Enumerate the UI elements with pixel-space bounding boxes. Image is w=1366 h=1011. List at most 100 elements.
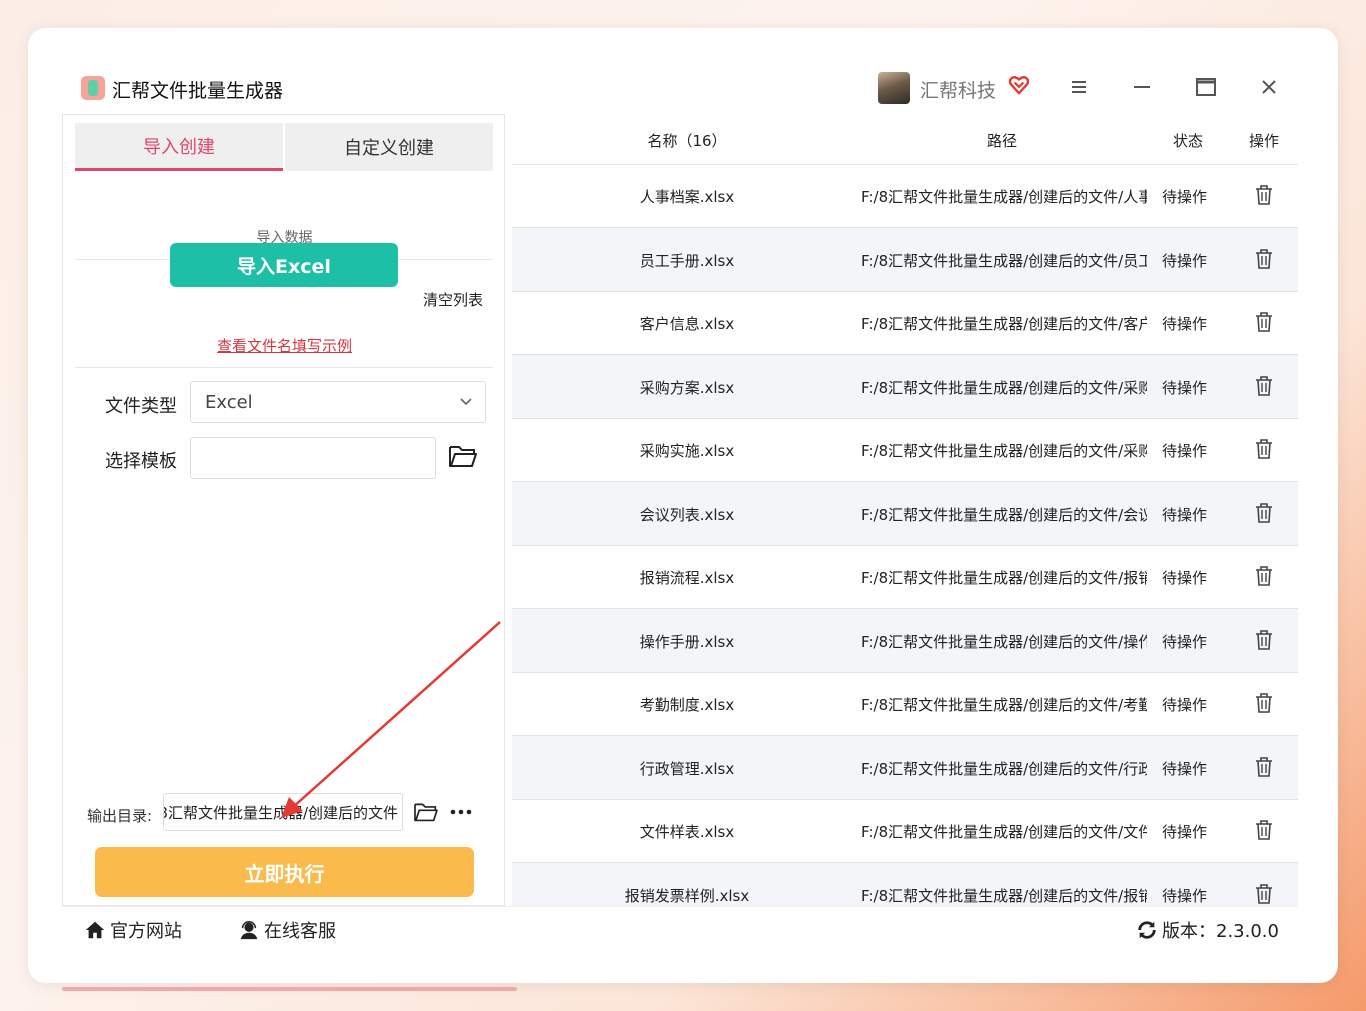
file-table: 名称（16） 路径 状态 操作 人事档案.xlsx F:/8汇帮文件批量生成器/创… (512, 114, 1298, 906)
import-excel-button[interactable]: 导入Excel (170, 243, 398, 287)
table-row[interactable]: 采购方案.xlsx F:/8汇帮文件批量生成器/创建后的文件/采购方案.xlsx 待… (512, 354, 1298, 419)
table-row[interactable]: 员工手册.xlsx F:/8汇帮文件批量生成器/创建后的文件/员工手册.xlsx 待… (512, 227, 1298, 292)
brand-name: 汇帮科技 (920, 80, 997, 102)
status-cell: 待操作 (1162, 251, 1208, 270)
file-path-cell: F:/8汇帮文件批量生成器/创建后的文件/会议列表.xlsx (861, 505, 1147, 524)
delete-trash-icon[interactable] (1254, 565, 1274, 587)
online-support-link[interactable]: 在线客服 (238, 917, 336, 943)
file-path-cell: F:/8汇帮文件批量生成器/创建后的文件/人事档案.xlsx (861, 188, 1147, 206)
file-path-cell: F:/8汇帮文件批量生成器/创建后的文件/考勤制度.xlsx (861, 696, 1147, 714)
column-header-name: 名称（16） (647, 132, 727, 150)
table-row[interactable]: 报销流程.xlsx F:/8汇帮文件批量生成器/创建后的文件/报销流程.xlsx 待… (512, 545, 1298, 609)
file-name-cell: 行政管理.xlsx (639, 759, 735, 778)
clear-list-button[interactable]: 清空列表 (423, 289, 483, 310)
delete-trash-icon[interactable] (1254, 311, 1274, 333)
status-cell: 待操作 (1162, 315, 1208, 333)
delete-trash-icon[interactable] (1254, 184, 1274, 206)
status-cell: 待操作 (1162, 442, 1208, 460)
title-bar: 汇帮文件批量生成器 汇帮科技 (28, 28, 1338, 114)
file-path-cell: F:/8汇帮文件批量生成器/创建后的文件/报销发票样例.xlsx (861, 886, 1147, 905)
file-type-select[interactable]: Excel (190, 381, 486, 423)
app-title: 汇帮文件批量生成器 (112, 80, 284, 102)
file-name-cell: 客户信息.xlsx (639, 315, 735, 333)
status-cell: 待操作 (1162, 378, 1208, 397)
file-name-cell: 操作手册.xlsx (639, 632, 735, 651)
user-avatar[interactable] (878, 72, 910, 104)
file-name-cell: 员工手册.xlsx (639, 251, 735, 270)
tab-import-create[interactable]: 导入创建 (75, 123, 283, 171)
more-options-icon[interactable] (449, 799, 473, 825)
delete-trash-icon[interactable] (1254, 438, 1274, 460)
support-agent-icon (240, 921, 258, 940)
file-name-cell: 文件样表.xlsx (639, 823, 735, 841)
file-path-cell: F:/8汇帮文件批量生成器/创建后的文件/操作手册.xlsx (861, 632, 1147, 651)
table-row[interactable]: 会议列表.xlsx F:/8汇帮文件批量生成器/创建后的文件/会议列表.xlsx 待… (512, 481, 1298, 546)
app-window: 汇帮文件批量生成器 汇帮科技 导入创建 自定义创建 导入数据 导入Excel 清… (28, 28, 1338, 983)
file-name-cell: 会议列表.xlsx (639, 505, 735, 524)
file-path-cell: F:/8汇帮文件批量生成器/创建后的文件/文件样表.xlsx (861, 823, 1147, 841)
run-now-button[interactable]: 立即执行 (95, 847, 474, 897)
table-row[interactable]: 人事档案.xlsx F:/8汇帮文件批量生成器/创建后的文件/人事档案.xlsx 待… (512, 164, 1298, 228)
table-row[interactable]: 考勤制度.xlsx F:/8汇帮文件批量生成器/创建后的文件/考勤制度.xlsx 待… (512, 672, 1298, 736)
file-path-cell: F:/8汇帮文件批量生成器/创建后的文件/客户信息.xlsx (861, 315, 1147, 333)
column-header-path: 路径 (986, 132, 1017, 150)
tab-custom-create[interactable]: 自定义创建 (285, 123, 493, 171)
version-info[interactable]: 版本：2.3.0.0 (1136, 917, 1279, 943)
delete-trash-icon[interactable] (1254, 375, 1274, 397)
status-cell: 待操作 (1162, 569, 1208, 587)
output-dir-value: F:/8汇帮文件批量生成器/创建后的文件 (163, 803, 398, 822)
status-cell: 待操作 (1162, 696, 1208, 714)
status-cell: 待操作 (1162, 886, 1208, 905)
refresh-icon (1138, 921, 1156, 939)
status-cell: 待操作 (1162, 505, 1208, 524)
table-row[interactable]: 客户信息.xlsx F:/8汇帮文件批量生成器/创建后的文件/客户信息.xlsx 待… (512, 291, 1298, 355)
folder-open-icon[interactable] (448, 443, 478, 469)
file-path-cell: F:/8汇帮文件批量生成器/创建后的文件/报销流程.xlsx (861, 569, 1147, 587)
footer-bar: 官方网站 在线客服 版本：2.3.0.0 (62, 906, 1298, 951)
file-name-cell: 报销发票样例.xlsx (624, 886, 750, 905)
file-name-cell: 采购方案.xlsx (639, 378, 735, 397)
left-panel: 导入创建 自定义创建 导入数据 导入Excel 清空列表 查看文件名填写示例 文… (62, 114, 505, 906)
close-icon[interactable] (1254, 72, 1284, 102)
status-cell: 待操作 (1162, 632, 1208, 651)
table-row[interactable]: 报销发票样例.xlsx F:/8汇帮文件批量生成器/创建后的文件/报销发票样例.x… (512, 862, 1298, 906)
delete-trash-icon[interactable] (1254, 248, 1274, 270)
table-row[interactable]: 行政管理.xlsx F:/8汇帮文件批量生成器/创建后的文件/行政管理.xlsx 待… (512, 735, 1298, 800)
file-path-cell: F:/8汇帮文件批量生成器/创建后的文件/采购方案.xlsx (861, 378, 1147, 397)
template-input[interactable] (190, 437, 436, 479)
file-name-cell: 采购实施.xlsx (639, 442, 735, 460)
home-icon (85, 921, 105, 939)
table-row[interactable]: 文件样表.xlsx F:/8汇帮文件批量生成器/创建后的文件/文件样表.xlsx 待… (512, 799, 1298, 863)
filename-example-link[interactable]: 查看文件名填写示例 (63, 335, 506, 356)
template-label: 选择模板 (105, 451, 177, 472)
file-name-cell: 考勤制度.xlsx (639, 696, 735, 714)
delete-trash-icon[interactable] (1254, 502, 1274, 524)
file-name-cell: 报销流程.xlsx (639, 569, 735, 587)
table-row[interactable]: 操作手册.xlsx F:/8汇帮文件批量生成器/创建后的文件/操作手册.xlsx 待… (512, 608, 1298, 673)
table-header: 名称（16） 路径 状态 操作 (512, 114, 1298, 165)
online-support-label: 在线客服 (264, 921, 336, 942)
menu-icon[interactable] (1064, 72, 1094, 102)
vip-heart-icon[interactable] (1008, 74, 1030, 96)
delete-trash-icon[interactable] (1254, 692, 1274, 714)
status-cell: 待操作 (1162, 759, 1208, 778)
scroll-indicator (62, 987, 517, 991)
official-website-label: 官方网站 (110, 921, 182, 942)
delete-trash-icon[interactable] (1254, 756, 1274, 778)
divider (75, 367, 493, 368)
official-website-link[interactable]: 官方网站 (84, 917, 182, 943)
delete-trash-icon[interactable] (1254, 883, 1274, 905)
file-path-cell: F:/8汇帮文件批量生成器/创建后的文件/行政管理.xlsx (861, 759, 1147, 778)
minimize-icon[interactable] (1127, 72, 1157, 102)
output-dir-input[interactable]: F:/8汇帮文件批量生成器/创建后的文件 (163, 793, 403, 831)
app-logo-icon (81, 76, 105, 100)
maximize-icon[interactable] (1191, 72, 1221, 102)
delete-trash-icon[interactable] (1254, 819, 1274, 841)
table-row[interactable]: 采购实施.xlsx F:/8汇帮文件批量生成器/创建后的文件/采购实施.xlsx 待… (512, 418, 1298, 482)
file-type-label: 文件类型 (105, 396, 177, 417)
status-cell: 待操作 (1162, 188, 1208, 206)
version-label: 版本：2.3.0.0 (1162, 921, 1279, 942)
delete-trash-icon[interactable] (1254, 629, 1274, 651)
file-type-value: Excel (205, 391, 253, 413)
folder-open-icon[interactable] (413, 801, 439, 823)
